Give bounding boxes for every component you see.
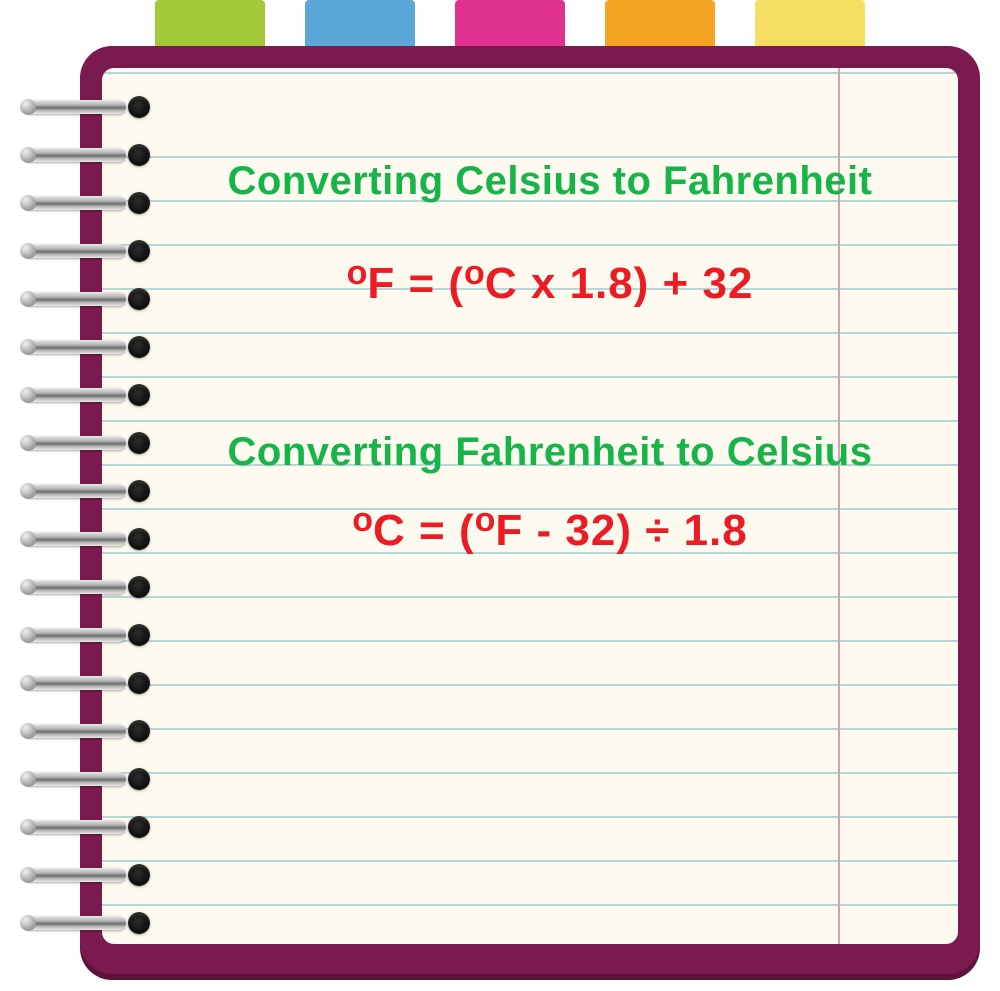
formula-mid: = ( xyxy=(406,506,475,555)
page-content: Converting Celsius to Fahrenheit oF = (o… xyxy=(182,158,918,556)
spiral-ring xyxy=(26,96,146,118)
spiral-ring xyxy=(26,192,146,214)
formula-f-to-c: oC = (oF - 32) ÷ 1.8 xyxy=(182,501,918,556)
heading-f-to-c: Converting Fahrenheit to Celsius xyxy=(222,429,878,475)
unit-c: C xyxy=(373,506,406,555)
section-celsius-to-fahrenheit: Converting Celsius to Fahrenheit oF = (o… xyxy=(182,158,918,309)
spiral-ring xyxy=(26,912,146,934)
spiral-ring xyxy=(26,144,146,166)
spiral-ring xyxy=(26,816,146,838)
spiral-ring xyxy=(26,864,146,886)
spiral-ring xyxy=(26,624,146,646)
spiral-ring xyxy=(26,576,146,598)
degree-symbol: o xyxy=(464,254,485,292)
spiral-ring xyxy=(26,720,146,742)
spiral-ring xyxy=(26,528,146,550)
unit-f: F xyxy=(367,259,395,308)
spiral-ring xyxy=(26,768,146,790)
spiral-binding xyxy=(26,96,146,934)
unit-f: F xyxy=(495,506,523,555)
spiral-ring xyxy=(26,672,146,694)
degree-symbol: o xyxy=(347,254,368,292)
spiral-ring xyxy=(26,384,146,406)
degree-symbol: o xyxy=(352,501,373,539)
spiral-ring xyxy=(26,480,146,502)
formula-rest: x 1.8) + 32 xyxy=(518,259,754,308)
spiral-ring xyxy=(26,240,146,262)
spiral-ring xyxy=(26,336,146,358)
unit-c: C xyxy=(485,259,518,308)
formula-rest: - 32) ÷ 1.8 xyxy=(523,506,747,555)
degree-symbol: o xyxy=(475,501,496,539)
spiral-ring xyxy=(26,288,146,310)
section-fahrenheit-to-celsius: Converting Fahrenheit to Celsius oC = (o… xyxy=(182,429,918,556)
heading-c-to-f: Converting Celsius to Fahrenheit xyxy=(222,158,878,204)
formula-c-to-f: oF = (oC x 1.8) + 32 xyxy=(182,254,918,309)
notebook-paper: Converting Celsius to Fahrenheit oF = (o… xyxy=(102,68,958,944)
formula-mid: = ( xyxy=(395,259,464,308)
notebook-cover: Converting Celsius to Fahrenheit oF = (o… xyxy=(80,46,980,974)
spiral-ring xyxy=(26,432,146,454)
